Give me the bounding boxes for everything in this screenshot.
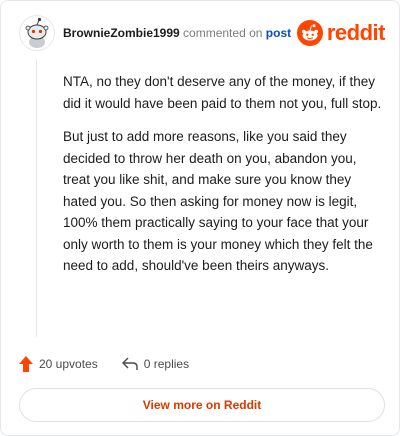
comment-header: BrownieZombie1999 commented on post redd… [19, 15, 386, 51]
upvote-button[interactable]: 20 upvotes [19, 356, 98, 372]
reply-button[interactable]: 0 replies [122, 357, 189, 371]
upvote-count: 20 upvotes [39, 357, 98, 371]
post-link[interactable]: post [266, 26, 291, 40]
avatar[interactable] [19, 15, 55, 51]
commented-on-text: commented on [183, 26, 263, 40]
reply-count: 0 replies [143, 357, 190, 371]
reddit-comment-embed: BrownieZombie1999 commented on post redd… [0, 0, 400, 436]
author-line: BrownieZombie1999 commented on post [63, 25, 291, 41]
comment-paragraph-1: NTA, no they don't deserve any of the mo… [63, 74, 382, 111]
comment-body: NTA, no they don't deserve any of the mo… [63, 71, 385, 289]
reddit-logo[interactable]: reddit [296, 19, 386, 47]
view-more-button[interactable]: View more on Reddit [19, 388, 385, 422]
reddit-wordmark: reddit [326, 20, 386, 45]
thread-line [36, 59, 37, 337]
upvote-arrow-icon [19, 356, 33, 372]
author-name[interactable]: BrownieZombie1999 [63, 26, 180, 40]
reply-arrow-icon [122, 357, 138, 370]
reddit-alien-icon [296, 20, 323, 46]
comment-actions: 20 upvotes 0 replies [19, 353, 381, 375]
comment-paragraph-2: But just to add more reasons, like you s… [63, 129, 373, 273]
